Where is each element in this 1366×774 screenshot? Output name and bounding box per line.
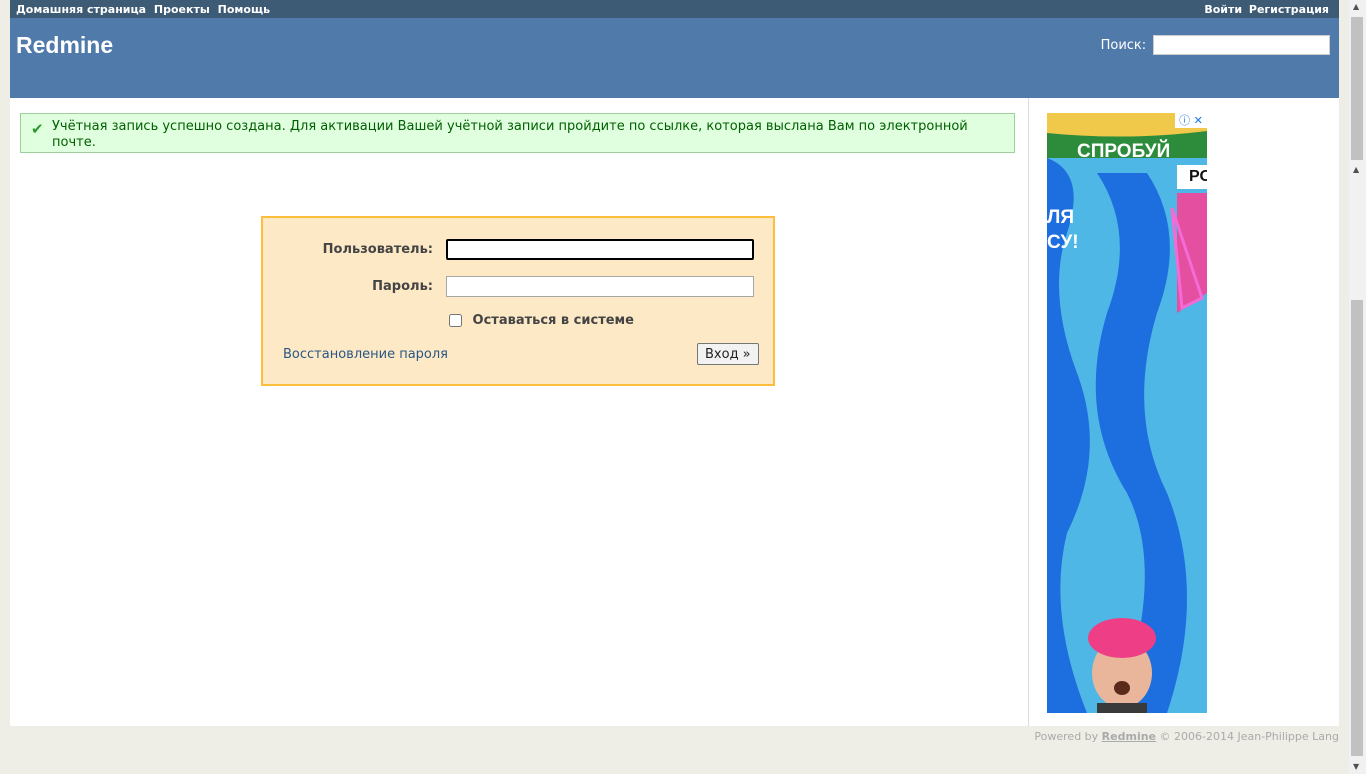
ad-text-primary: СПРОБУЙ (1077, 141, 1171, 162)
ad-controls: ⓘ ✕ (1175, 113, 1207, 128)
flash-message: Учётная запись успешно создана. Для акти… (52, 119, 968, 150)
password-input[interactable] (446, 276, 754, 297)
username-label: Пользователь: (322, 242, 433, 257)
help-link[interactable]: Помощь (218, 3, 270, 16)
login-form: Пользователь: Пароль: Оставаться в систе… (261, 216, 775, 386)
remember-me: Оставаться в системе (449, 313, 634, 328)
scrollbar[interactable]: ▲ ▲ ▼ (1349, 0, 1366, 774)
flash-notice: ✔ Учётная запись успешно создана. Для ак… (20, 113, 1015, 153)
footer-prefix: Powered by (1034, 730, 1099, 743)
close-icon[interactable]: ✕ (1194, 114, 1203, 127)
ad-text-line1: ЛЯ (1047, 207, 1074, 228)
top-menu-left: Домашняя страница Проекты Помощь (16, 2, 274, 16)
ad-illustration (1047, 113, 1207, 713)
scroll-arrow-icon[interactable]: ▲ (1353, 165, 1359, 174)
top-menu-right: Войти Регистрация (1201, 2, 1329, 16)
projects-link[interactable]: Проекты (154, 3, 210, 16)
remember-checkbox[interactable] (449, 314, 462, 327)
scroll-thumb[interactable] (1351, 17, 1363, 160)
scroll-up-icon[interactable]: ▲ (1353, 2, 1359, 11)
footer: Powered by Redmine © 2006-2014 Jean-Phil… (1034, 730, 1339, 743)
search-input[interactable] (1153, 35, 1330, 55)
ad-text-tertiary: ЛЯ СУ! (1047, 205, 1079, 255)
advertisement[interactable]: СПРОБУЙ РО ЛЯ СУ! ⓘ ✕ (1047, 113, 1207, 713)
info-icon[interactable]: ⓘ (1179, 114, 1190, 127)
check-icon: ✔ (31, 120, 44, 138)
ad-text-line2: СУ! (1047, 232, 1079, 253)
main: ✔ Учётная запись успешно создана. Для ак… (10, 98, 1339, 726)
lost-password-link[interactable]: Восстановление пароля (283, 347, 448, 362)
header: Redmine Поиск: (10, 18, 1339, 98)
scroll-down-icon[interactable]: ▼ (1353, 762, 1359, 771)
sidebar: СПРОБУЙ РО ЛЯ СУ! ⓘ ✕ (1029, 98, 1339, 726)
footer-suffix: © 2006-2014 Jean-Philippe Lang (1159, 730, 1339, 743)
search-label: Поиск: (1100, 37, 1147, 53)
site-title[interactable]: Redmine (16, 32, 113, 59)
username-input[interactable] (446, 239, 754, 260)
quick-search: Поиск: (1101, 35, 1330, 55)
content: ✔ Учётная запись успешно создана. Для ак… (10, 98, 1029, 726)
scroll-track[interactable] (1351, 300, 1363, 756)
remember-label[interactable]: Оставаться в системе (473, 313, 634, 328)
footer-link[interactable]: Redmine (1102, 730, 1156, 743)
register-link[interactable]: Регистрация (1249, 3, 1329, 16)
home-link[interactable]: Домашняя страница (16, 3, 146, 16)
login-button[interactable]: Вход » (697, 343, 759, 365)
password-label: Пароль: (372, 279, 433, 294)
ad-text-secondary: РО (1177, 165, 1207, 189)
login-link[interactable]: Войти (1204, 3, 1242, 16)
top-menu: Домашняя страница Проекты Помощь Войти Р… (10, 0, 1339, 18)
